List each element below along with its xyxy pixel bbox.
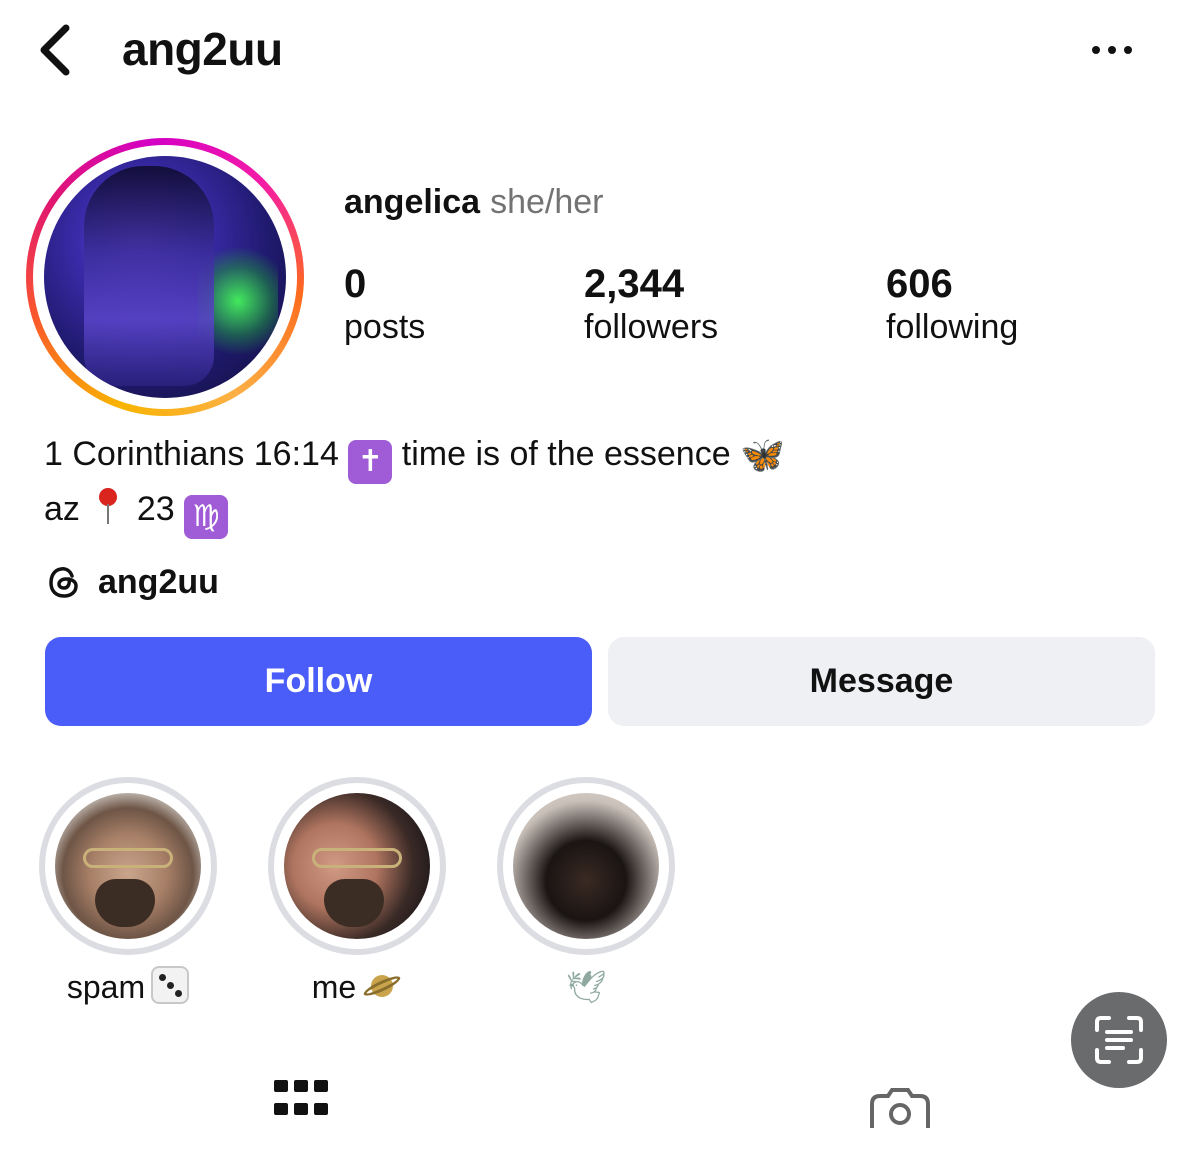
display-name: angelica — [344, 183, 481, 221]
highlight-label: spam — [66, 969, 146, 1005]
grid-cell — [294, 1103, 308, 1115]
bio-age: 23 — [136, 490, 175, 528]
highlight-caption: me — [267, 965, 447, 1009]
highlight-ring — [268, 777, 446, 955]
more-horizontal-icon — [1092, 46, 1100, 54]
top-bar: ang2uu — [0, 0, 1200, 100]
follow-button[interactable]: Follow — [45, 637, 592, 726]
followers-label: followers — [584, 308, 719, 346]
glasses — [312, 848, 402, 868]
more-dot — [1108, 46, 1116, 54]
chevron-left-icon — [40, 24, 70, 76]
more-options-button[interactable] — [1084, 30, 1140, 70]
page-title: ang2uu — [122, 23, 283, 75]
tab-tagged[interactable] — [868, 1080, 932, 1128]
message-button[interactable]: Message — [608, 637, 1155, 726]
avatar-figure — [84, 166, 214, 386]
stat-posts: 0 posts — [344, 262, 425, 348]
display-name-row: angelica she/her — [344, 183, 603, 222]
pushpin-icon — [95, 484, 121, 528]
more-dot — [1124, 46, 1132, 54]
bio: 1 Corinthians 16:14 ✝ time is of the ess… — [44, 430, 785, 539]
story-highlight-dove[interactable]: 🕊 — [496, 777, 676, 1009]
highlight-cover — [55, 793, 201, 939]
threads-icon — [49, 567, 78, 598]
avatar-gap — [33, 145, 297, 409]
text-scan-icon — [1095, 1016, 1143, 1064]
following-label: following — [886, 308, 1019, 346]
butterfly-icon: 🦋 — [740, 435, 785, 476]
threads-handle: ang2uu — [98, 562, 219, 601]
bio-location: az — [44, 490, 80, 528]
ringed-planet-icon — [361, 966, 403, 1006]
pronouns: she/her — [490, 183, 604, 221]
grid-cell — [294, 1080, 308, 1092]
stat-followers[interactable]: 2,344 followers — [584, 262, 718, 348]
highlight-label: me — [311, 969, 357, 1005]
bio-line-1: 1 Corinthians 16:14 ✝ time is of the ess… — [44, 430, 785, 484]
beard — [324, 879, 384, 927]
following-count: 606 — [886, 262, 953, 306]
avatar-story-ring[interactable] — [26, 138, 304, 416]
story-highlight-me[interactable]: me — [267, 777, 447, 1009]
posts-label: posts — [344, 308, 426, 346]
pin-needle — [107, 504, 110, 524]
profile-tabs — [0, 1070, 1200, 1167]
highlight-caption: spam — [38, 965, 218, 1009]
beard — [95, 879, 155, 927]
grid-cell — [274, 1103, 288, 1115]
threads-link[interactable]: ang2uu — [44, 560, 219, 604]
grid-cell — [314, 1080, 328, 1092]
tagged-photos-icon — [870, 1088, 930, 1128]
back-button[interactable] — [32, 20, 80, 80]
highlight-ring — [39, 777, 217, 955]
glasses — [83, 848, 173, 868]
latin-cross-icon: ✝ — [348, 440, 393, 484]
game-die-icon — [151, 966, 190, 1004]
grid-cell — [314, 1103, 328, 1115]
highlight-caption: 🕊 — [496, 965, 676, 1009]
story-highlight-spam[interactable]: spam — [38, 777, 218, 1009]
followers-count: 2,344 — [584, 262, 685, 306]
highlight-cover — [284, 793, 430, 939]
highlight-cover — [513, 793, 659, 939]
tab-posts-grid[interactable] — [274, 1080, 328, 1120]
avatar — [44, 156, 286, 398]
dove-icon: 🕊 — [565, 968, 607, 1006]
highlight-ring — [497, 777, 675, 955]
bio-verse: 1 Corinthians 16:14 — [44, 435, 339, 473]
bio-quote: time is of the essence — [401, 435, 731, 473]
virgo-icon: ♍ — [184, 495, 229, 539]
posts-count: 0 — [344, 262, 367, 306]
bio-line-2: az 23 ♍ — [44, 484, 785, 539]
grid-icon — [274, 1080, 288, 1092]
stat-following[interactable]: 606 following — [886, 262, 1018, 348]
